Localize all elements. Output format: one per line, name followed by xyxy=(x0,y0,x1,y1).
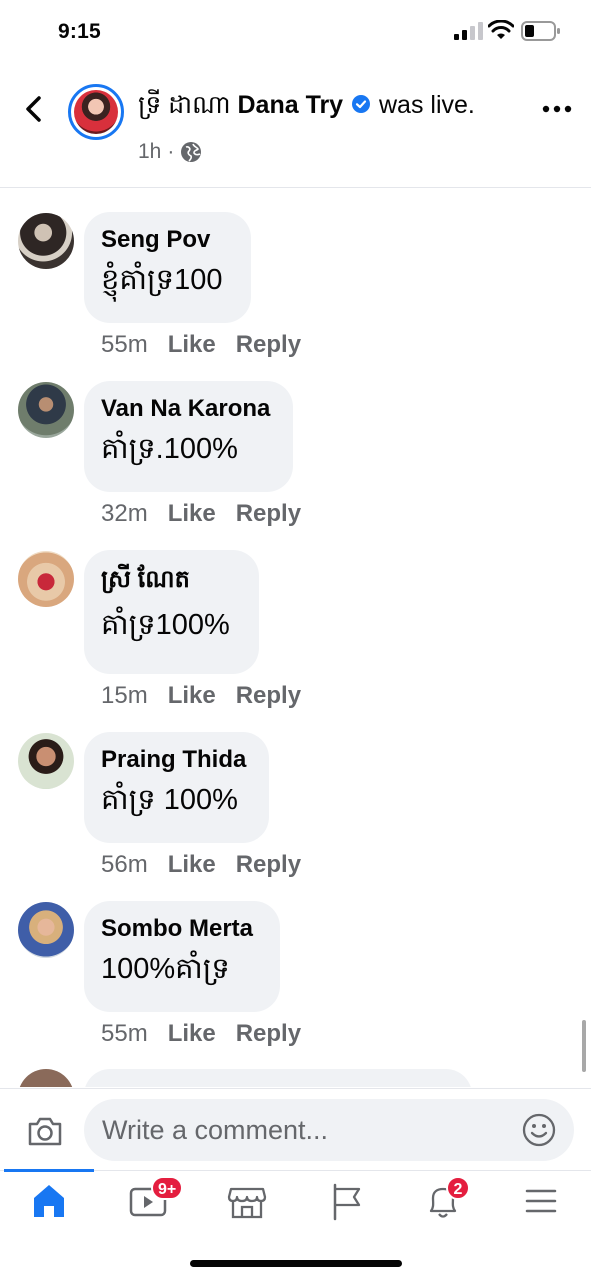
like-button[interactable]: Like xyxy=(168,1020,216,1047)
comment-actions: 15m Like Reply xyxy=(101,682,321,710)
comment-text: 100%គាំទ្រ xyxy=(101,953,230,985)
reply-button[interactable]: Reply xyxy=(236,851,301,878)
meta-separator: · xyxy=(167,140,175,163)
comment-actions: 55m Like Reply xyxy=(101,331,321,359)
active-tab-indicator xyxy=(4,1169,94,1172)
like-button[interactable]: Like xyxy=(168,682,216,709)
post-time[interactable]: 1h xyxy=(138,140,161,164)
commenter-avatar[interactable] xyxy=(18,1069,74,1087)
notifications-badge: 2 xyxy=(446,1176,470,1200)
watch-badge: 9+ xyxy=(151,1176,184,1200)
commenter-avatar[interactable] xyxy=(18,733,74,789)
post-meta: 1h · xyxy=(138,140,202,164)
commenter-name[interactable]: Seng Pov xyxy=(101,226,234,254)
author-avatar[interactable] xyxy=(68,84,124,140)
commenter-name[interactable]: Sombo Merta xyxy=(101,915,263,943)
comment-input[interactable]: Write a comment... xyxy=(84,1099,574,1161)
comment-text: គាំទ្រ100% xyxy=(101,609,230,641)
comment-bubble[interactable]: Van Na Karona គាំទ្រ.100% xyxy=(84,381,293,492)
comment-time[interactable]: 56m xyxy=(101,851,148,878)
home-icon[interactable] xyxy=(26,1179,72,1223)
back-icon[interactable] xyxy=(22,94,46,124)
bottom-tab-bar: 9+ 2 xyxy=(0,1169,591,1230)
comment-bubble[interactable]: Praing Thida គាំទ្រ 100% xyxy=(84,732,269,843)
comment-time[interactable]: 55m xyxy=(101,1020,148,1047)
commenter-name[interactable]: Praing Thida xyxy=(101,746,252,774)
author-name-khmer[interactable]: ទ្រី ដាណា xyxy=(138,91,231,119)
comment-bubble[interactable] xyxy=(84,1069,472,1087)
like-button[interactable]: Like xyxy=(168,851,216,878)
commenter-avatar[interactable] xyxy=(18,902,74,958)
marketplace-icon[interactable] xyxy=(224,1179,270,1223)
like-button[interactable]: Like xyxy=(168,331,216,358)
more-options-icon[interactable] xyxy=(542,104,572,114)
comment-time[interactable]: 55m xyxy=(101,331,148,358)
commenter-name[interactable]: Van Na Karona xyxy=(101,395,276,423)
comment-bubble[interactable]: Seng Pov ខ្ញុំគាំទ្រ100 xyxy=(84,212,251,323)
comment-actions: 32m Like Reply xyxy=(101,500,321,528)
comment-actions: 55m Like Reply xyxy=(101,1020,321,1048)
reply-button[interactable]: Reply xyxy=(236,331,301,358)
status-bar: 9:15 xyxy=(0,0,591,64)
commenter-avatar[interactable] xyxy=(18,382,74,438)
post-title: ទ្រី ដាណា Dana Try was live. xyxy=(138,90,475,126)
reply-button[interactable]: Reply xyxy=(236,500,301,527)
commenter-name[interactable]: ស្រី ណែត xyxy=(101,564,242,599)
menu-icon[interactable] xyxy=(518,1179,564,1223)
home-indicator xyxy=(190,1260,402,1267)
globe-icon xyxy=(181,142,202,162)
comment-text: ខ្ញុំគាំទ្រ100 xyxy=(101,264,223,296)
signal-icon xyxy=(454,22,483,40)
comment-time[interactable]: 32m xyxy=(101,500,148,527)
comment-bubble[interactable]: Sombo Merta 100%គាំទ្រ xyxy=(84,901,280,1012)
reply-button[interactable]: Reply xyxy=(236,682,301,709)
comments-list[interactable]: Seng Pov ខ្ញុំគាំទ្រ100 55m Like Reply Van… xyxy=(0,189,591,1087)
post-action-text: was live. xyxy=(379,91,475,119)
comment-bubble[interactable]: ស្រី ណែត គាំទ្រ100% xyxy=(84,550,259,674)
post-header: ទ្រី ដាណា Dana Try was live. 1h · xyxy=(0,64,591,188)
like-button[interactable]: Like xyxy=(168,500,216,527)
author-name[interactable]: Dana Try xyxy=(237,91,343,119)
comment-actions: 56m Like Reply xyxy=(101,851,321,879)
pages-flag-icon[interactable] xyxy=(323,1179,369,1223)
verified-badge-icon xyxy=(352,95,371,114)
battery-icon xyxy=(521,21,560,41)
status-time: 9:15 xyxy=(58,20,101,43)
commenter-avatar[interactable] xyxy=(18,213,74,269)
comment-input-placeholder: Write a comment... xyxy=(102,1115,329,1145)
comment-text: គាំទ្រ.100% xyxy=(101,433,238,465)
wifi-icon xyxy=(488,20,514,39)
comment-text: គាំទ្រ 100% xyxy=(101,784,238,816)
page: 9:15 ទ្រី ដាណា Dana Try was live. 1h · S… xyxy=(0,0,591,1280)
emoji-icon[interactable] xyxy=(522,1113,556,1147)
comment-time[interactable]: 15m xyxy=(101,682,148,709)
scrollbar[interactable] xyxy=(582,1020,586,1072)
comment-composer: Write a comment... xyxy=(0,1088,591,1170)
reply-button[interactable]: Reply xyxy=(236,1020,301,1047)
commenter-avatar[interactable] xyxy=(18,551,74,607)
camera-icon[interactable] xyxy=(27,1115,63,1147)
